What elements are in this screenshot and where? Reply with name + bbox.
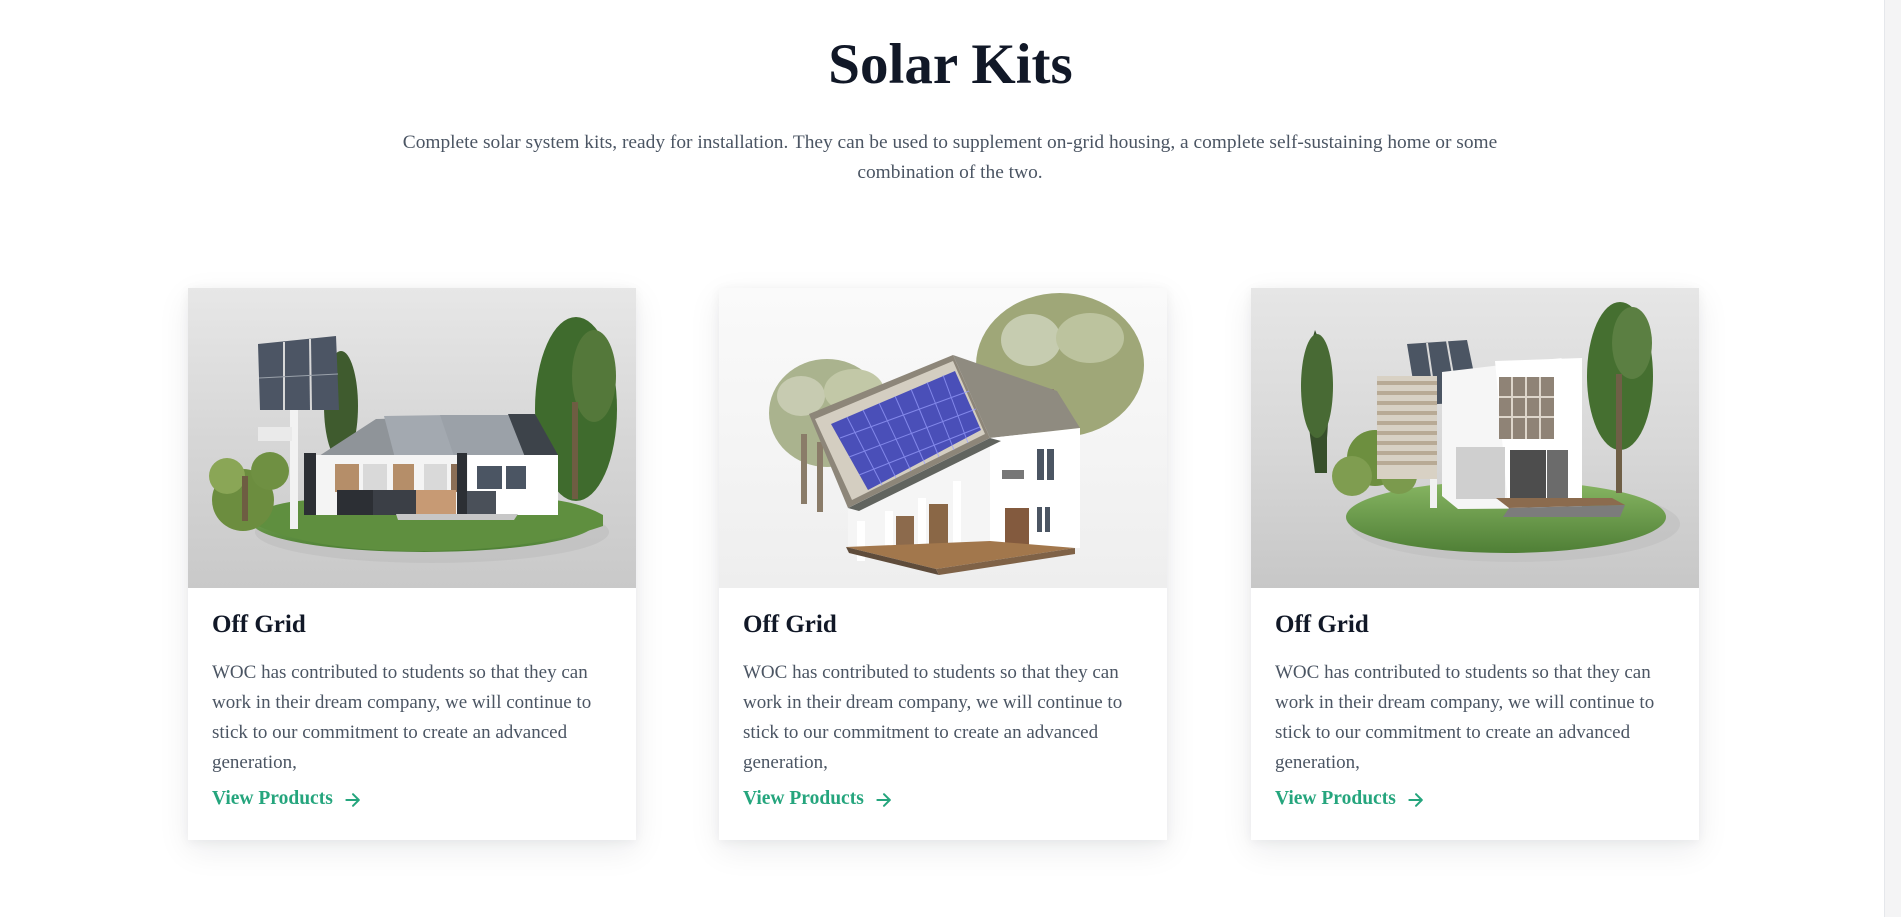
arrow-right-icon bbox=[1408, 792, 1423, 807]
modern-house-with-solar-pole-image bbox=[1301, 302, 1680, 562]
product-card-title: Off Grid bbox=[212, 611, 306, 638]
view-products-link[interactable]: View Products bbox=[743, 786, 894, 812]
house-with-solar-pole-image bbox=[209, 317, 617, 563]
view-products-label: View Products bbox=[743, 788, 864, 809]
arrow-right-icon bbox=[345, 792, 360, 807]
house-with-roof-solar-panels-image bbox=[769, 293, 1144, 575]
product-card-description: WOC has contributed to students so that … bbox=[1275, 662, 1655, 773]
view-products-label: View Products bbox=[1275, 788, 1396, 809]
product-card-image bbox=[1251, 288, 1699, 588]
view-products-label: View Products bbox=[212, 788, 333, 809]
product-card-description: WOC has contributed to students so that … bbox=[212, 662, 592, 773]
page-subtitle: Complete solar system kits, ready for in… bbox=[402, 132, 1498, 183]
product-card-description: WOC has contributed to students so that … bbox=[743, 662, 1123, 773]
view-products-link[interactable]: View Products bbox=[1275, 786, 1426, 812]
product-card-title: Off Grid bbox=[1275, 611, 1369, 638]
product-card-grid: Off Grid WOC has contributed to students… bbox=[188, 288, 1699, 840]
product-card-off-grid-1: Off Grid WOC has contributed to students… bbox=[188, 288, 636, 840]
arrow-right-icon bbox=[876, 792, 891, 807]
page-title: Solar Kits bbox=[828, 33, 1073, 96]
solar-kits-section: Solar Kits Complete solar system kits, r… bbox=[0, 0, 1885, 917]
product-card-off-grid-2: Off Grid WOC has contributed to students… bbox=[719, 288, 1167, 840]
product-card-off-grid-3: Off Grid WOC has contributed to students… bbox=[1251, 288, 1699, 840]
product-card-image bbox=[719, 288, 1167, 588]
view-products-link[interactable]: View Products bbox=[212, 786, 363, 812]
product-card-title: Off Grid bbox=[743, 611, 837, 638]
product-card-image bbox=[188, 288, 636, 588]
vertical-scrollbar[interactable] bbox=[1884, 0, 1901, 917]
